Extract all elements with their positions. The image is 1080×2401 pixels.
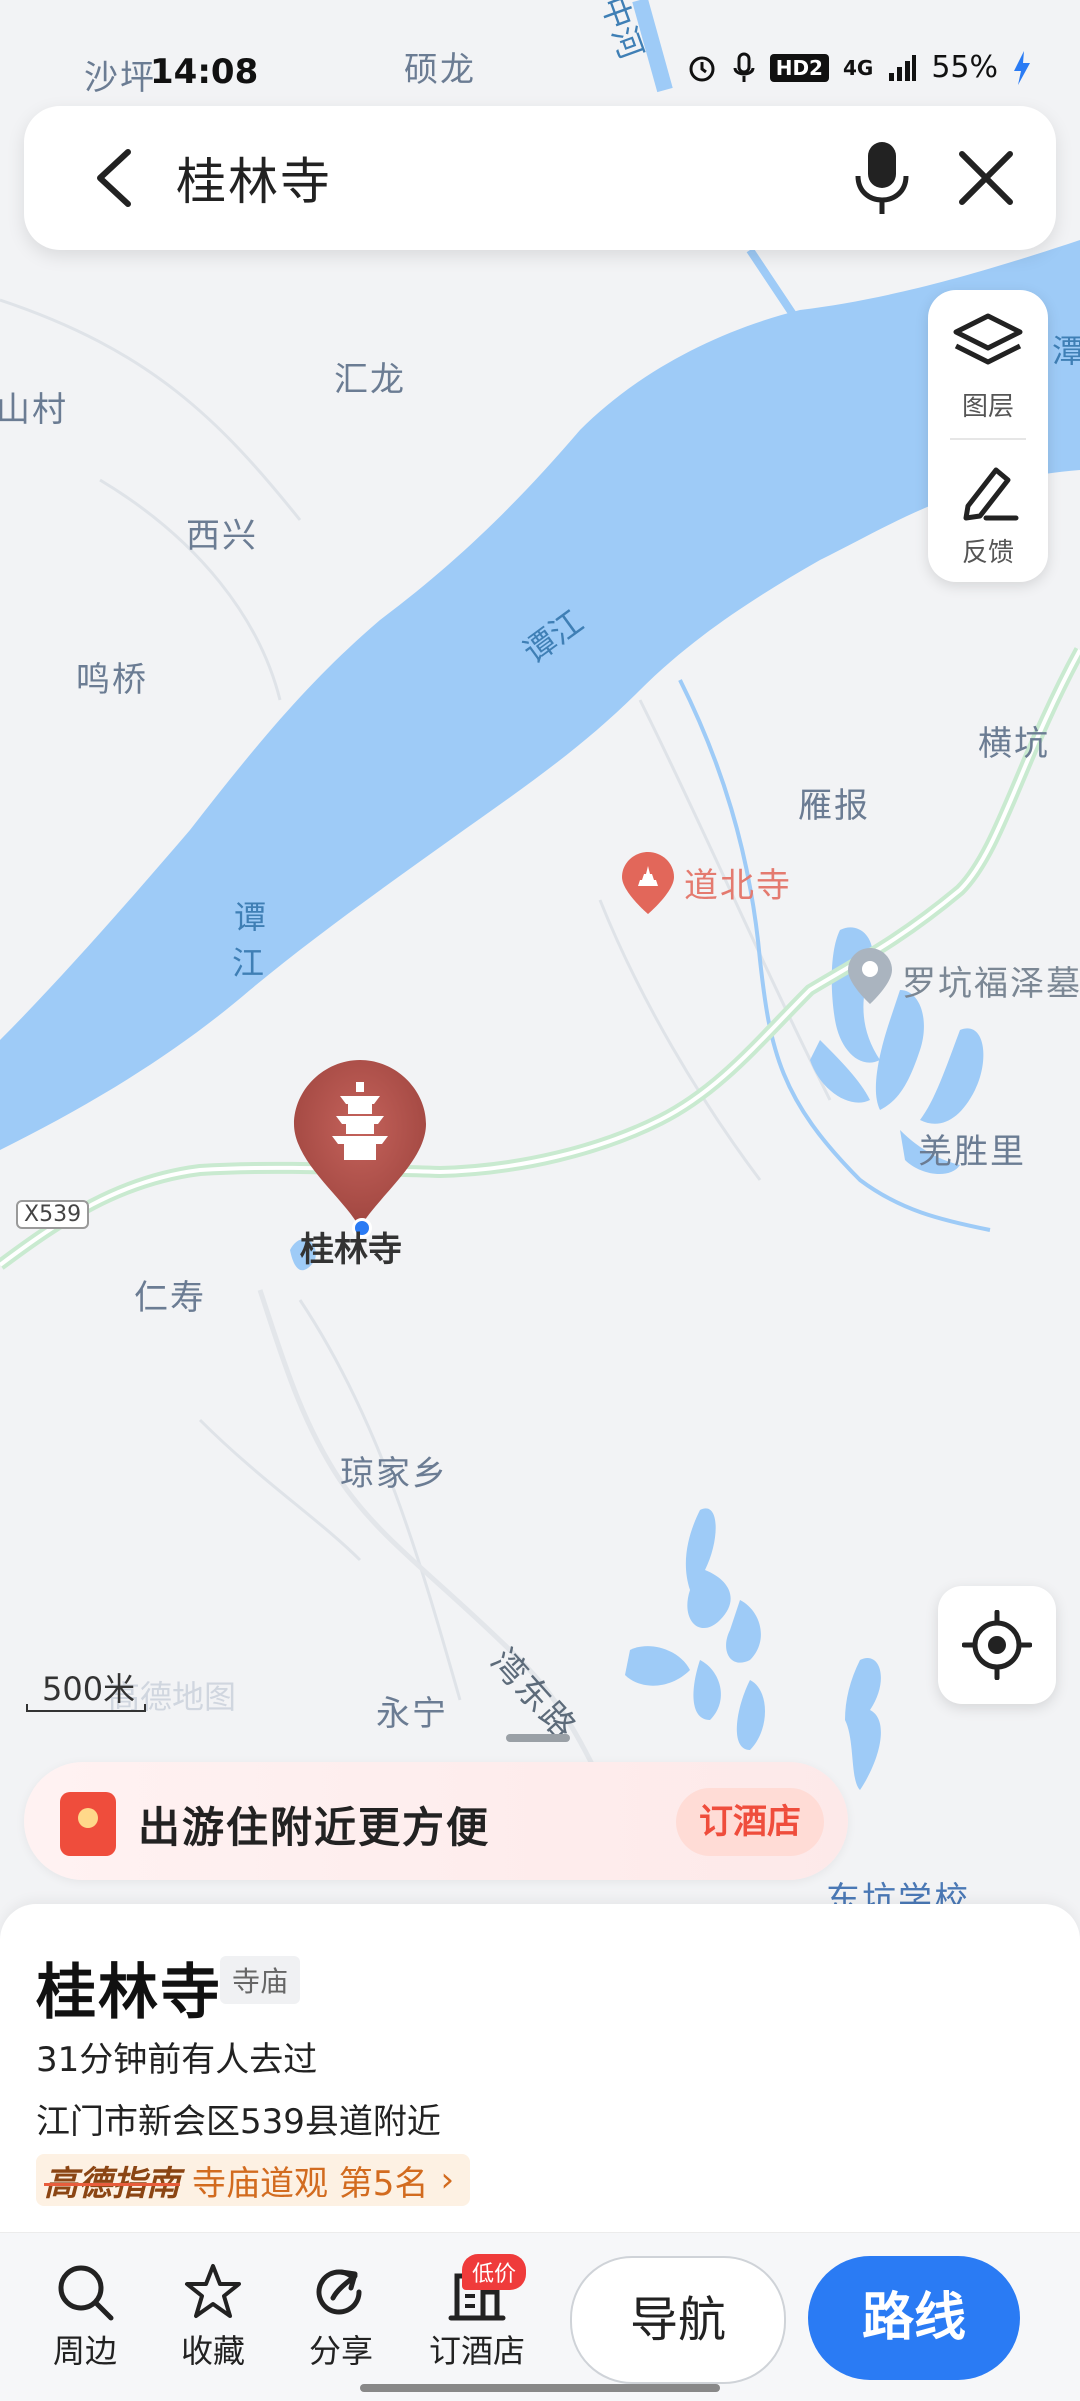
charging-icon [1014,50,1030,85]
layers-label: 图层 [961,392,1014,422]
map-label-place: 鸣桥 [76,660,148,700]
red-envelope-icon [60,1792,116,1856]
locate-me-button[interactable] [938,1586,1056,1704]
share-button[interactable]: 分享 [286,2262,396,2372]
nearby-label: 周边 [52,2332,117,2370]
hd-badge: HD2 [769,53,829,82]
guide-brand: 高德指南 [44,2163,180,2204]
search-bar[interactable]: 桂林寺 [24,106,1056,250]
feedback-label: 反馈 [961,538,1014,568]
crosshair-icon [962,1610,1032,1680]
favorite-label: 收藏 [180,2332,245,2370]
guide-rank: 寺庙道观 第5名 [192,2163,429,2204]
star-icon [185,2264,241,2318]
map-label-place: 西兴 [186,516,258,556]
search-query[interactable]: 桂林寺 [176,142,332,214]
selected-poi-marker[interactable]: 桂林寺 [290,1058,430,1270]
map-label-place: 琼家乡 [340,1454,448,1494]
location-pin-icon[interactable] [846,946,894,1006]
ranking-guide-link[interactable]: 高德指南 寺庙道观 第5名 › [36,2154,471,2206]
map-label-river: 江 [232,944,265,982]
close-icon[interactable] [958,150,1014,206]
low-price-badge: 低价 [462,2254,527,2290]
status-time: 14:08 [150,52,259,92]
map-label-place: 羌胜里 [918,1132,1026,1172]
home-indicator[interactable] [360,2384,720,2392]
signal-icon [889,54,917,81]
share-arrow-icon [316,2269,362,2315]
map-label-place: 罗坑福泽墓 [902,964,1080,1004]
navigate-button[interactable]: 导航 [570,2256,786,2384]
search-icon [58,2265,114,2321]
map-label-place: 山村 [0,390,68,430]
map-label-place: 永宁 [376,1694,448,1734]
chevron-right-icon: › [440,2160,455,2200]
map-label-place: 汇龙 [334,360,406,400]
mic-status-icon [733,52,755,82]
layers-button[interactable]: 图层 [928,312,1048,423]
map-tools-panel: 图层 反馈 [928,290,1048,582]
book-hotel-promo-button[interactable]: 订酒店 [676,1788,824,1856]
drag-handle[interactable] [506,1734,570,1742]
map-scale: 500米 [26,1664,146,1712]
microphone-icon[interactable] [852,140,912,216]
map-label-river: 谭 [234,898,267,936]
route-button[interactable]: 路线 [808,2256,1020,2380]
hotel-promo-banner[interactable]: 出游住附近更方便 订酒店 [24,1762,848,1880]
promo-text: 出游住附近更方便 [138,1803,491,1852]
temple-marker-icon [294,1060,426,1228]
poi-label: 道北寺 [684,866,792,906]
hotel-label: 订酒店 [428,2332,525,2370]
battery-percent: 55% [931,50,998,85]
visit-info: 31分钟前有人去过 [36,2040,318,2080]
edit-pencil-icon [963,467,1019,521]
tools-divider [950,438,1026,440]
road-badge: X539 [16,1200,90,1229]
map-label-place: 仁寿 [134,1278,206,1318]
layers-icon [953,313,1023,365]
feedback-button[interactable]: 反馈 [928,462,1048,569]
nearby-button[interactable]: 周边 [30,2262,140,2372]
place-category-tag: 寺庙 [220,1956,301,2004]
scale-bar [26,1704,146,1712]
favorite-button[interactable]: 收藏 [158,2262,268,2372]
map-label-place: 雁报 [798,786,870,826]
selected-poi-label: 桂林寺 [300,1230,402,1270]
status-bar: 14:08 HD2 4G 55% [0,44,1080,100]
network-type: 4G [842,55,874,80]
share-label: 分享 [308,2332,373,2370]
place-address: 江门市新会区539县道附近 [36,2102,441,2142]
temple-pin-icon [622,852,674,914]
back-arrow-icon[interactable] [84,146,144,210]
place-name: 桂林寺 [36,1958,222,2028]
alarm-icon [689,56,715,81]
map-label-place: 横坑 [978,724,1050,764]
map-label-river: 潭 [1052,332,1080,370]
